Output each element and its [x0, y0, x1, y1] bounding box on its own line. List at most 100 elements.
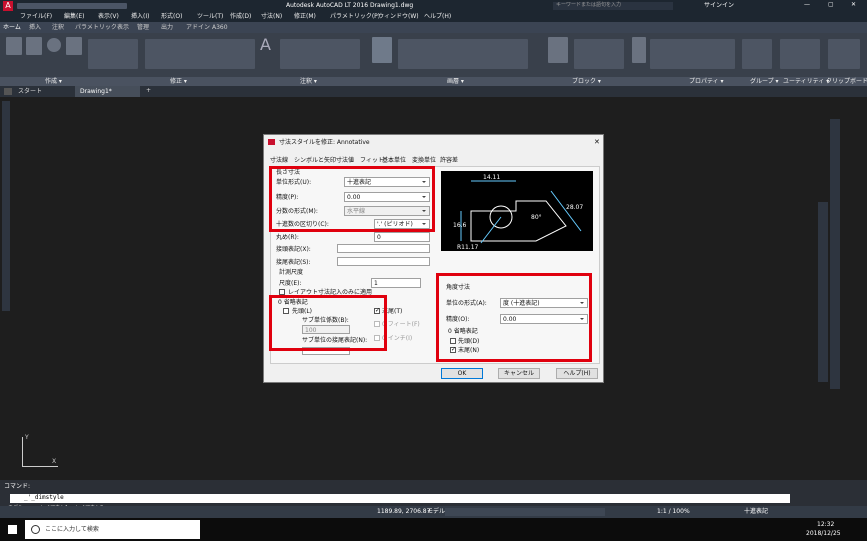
ribbon-tab[interactable]: 挿入	[29, 25, 41, 31]
round-input[interactable]: 0	[374, 232, 430, 242]
menu-item[interactable]: 形式(O)	[161, 14, 182, 20]
draw-tools-small[interactable]	[88, 39, 138, 69]
modify-tools[interactable]	[145, 39, 255, 69]
prefix-input[interactable]	[337, 244, 430, 253]
menu-item[interactable]: 表示(V)	[98, 14, 119, 20]
menu-item[interactable]: ヘルプ(H)	[424, 14, 451, 20]
search-input[interactable]: キーワードまたは語句を入力	[553, 2, 673, 10]
prefix-label: 接頭表記(X):	[276, 246, 311, 253]
suffix-label: 接尾表記(S):	[276, 259, 311, 266]
circle-tool-icon[interactable]	[47, 38, 61, 52]
menu-item[interactable]: 編集(E)	[64, 14, 84, 20]
preview-drawing: 14.11 16.6 28.07 80° R11.17	[453, 174, 583, 251]
insert-block-icon[interactable]	[548, 37, 568, 63]
help-button[interactable]: ヘルプ(H)	[556, 368, 598, 379]
dialog-tab[interactable]: 変換単位	[412, 158, 436, 164]
group-tools[interactable]	[742, 39, 772, 69]
quick-access-toolbar[interactable]	[17, 3, 127, 9]
tab-drawing1[interactable]: Drawing1*	[75, 86, 140, 97]
menu-item[interactable]: ウィンドウ(W)	[378, 14, 419, 20]
ribbon-tab[interactable]: 注釈	[52, 25, 64, 31]
dialog-close-icon[interactable]: ✕	[594, 139, 600, 146]
text-tool-icon[interactable]: A	[260, 37, 271, 53]
highlight-angular	[436, 273, 592, 362]
dialog-tab[interactable]: フィット	[360, 158, 384, 164]
ribbon-panel-label[interactable]: 作成 ▾	[45, 79, 62, 85]
command-line: コマンド: _'_dimstyle モデルレイアウト1レイアウト2	[0, 480, 867, 511]
dialog-title: 寸法スタイルを修正: Annotative	[279, 139, 370, 146]
ribbon-tab[interactable]: アドイン	[186, 25, 210, 31]
ok-button[interactable]: OK	[441, 368, 483, 379]
ribbon-tab[interactable]: ホーム	[3, 25, 21, 31]
status-toggle-icons[interactable]	[445, 508, 605, 516]
ribbon-tab[interactable]: パラメトリック	[75, 25, 117, 31]
zero-feet-label: 0 フィート(F)	[382, 321, 420, 328]
match-properties-icon[interactable]	[632, 37, 646, 63]
windows-taskbar: ここに入力して検索 12:32 2018/12/25	[0, 518, 867, 541]
left-tool-palette[interactable]	[2, 101, 10, 311]
new-tab-icon[interactable]: +	[146, 88, 151, 94]
window-title: Autodesk AutoCAD LT 2016 Drawing1.dwg	[286, 2, 414, 9]
ribbon-panel-label[interactable]: プロパティ ▾	[689, 79, 724, 85]
annotation-tools[interactable]	[280, 39, 360, 69]
menu-item[interactable]: 寸法(N)	[261, 14, 282, 20]
highlight-zero-suppression	[269, 295, 387, 351]
maximize-icon[interactable]: ▢	[828, 2, 834, 8]
block-tools[interactable]	[574, 39, 624, 69]
taskbar-search-box[interactable]: ここに入力して検索	[25, 520, 200, 539]
cancel-button[interactable]: キャンセル	[498, 368, 540, 379]
signin-link[interactable]: サインイン	[704, 3, 734, 9]
taskbar-app-icons[interactable]	[212, 523, 412, 536]
ribbon-tab[interactable]: 出力	[161, 25, 173, 31]
status-units[interactable]: 十進表記	[744, 509, 768, 515]
ribbon-tab[interactable]: 表示	[117, 25, 129, 31]
status-coords: 1189.89, 2706.87	[377, 508, 431, 515]
dialog-tab[interactable]: シンボルと矢印	[294, 158, 336, 164]
ribbon-panel-label[interactable]: グループ ▾	[750, 79, 779, 85]
right-palette-layers[interactable]	[818, 202, 828, 382]
layer-tools[interactable]	[398, 39, 528, 69]
arc-tool-icon[interactable]	[66, 37, 82, 55]
ribbon-tab[interactable]: A360	[212, 25, 228, 31]
search-circle-icon	[31, 525, 40, 534]
scale-factor-input[interactable]: 1	[371, 278, 421, 288]
dialog-tab[interactable]: 寸法値	[336, 158, 354, 164]
ribbon-panel-label[interactable]: クリップボード	[826, 79, 867, 85]
menu-tab-icon[interactable]	[4, 88, 12, 95]
ribbon-tab[interactable]: 管理	[137, 25, 149, 31]
menu-item[interactable]: ツール(T)	[197, 14, 223, 20]
suffix-input[interactable]	[337, 257, 430, 266]
layer-properties-icon[interactable]	[372, 37, 392, 63]
right-palette-properties[interactable]	[830, 119, 840, 389]
menu-item[interactable]: パラメトリック(P)	[330, 14, 380, 20]
ribbon-panel-label[interactable]: 修正 ▾	[170, 79, 187, 85]
polyline-tool-icon[interactable]	[26, 37, 42, 55]
utility-tools[interactable]	[780, 39, 820, 69]
status-bar: 1189.89, 2706.87 モデル 1:1 / 100% 十進表記	[0, 506, 867, 518]
status-model[interactable]: モデル	[427, 509, 445, 515]
line-tool-icon[interactable]	[6, 37, 22, 55]
close-icon[interactable]: ✕	[851, 2, 856, 8]
clipboard-tools[interactable]	[828, 39, 860, 69]
app-logo[interactable]: A	[3, 1, 13, 11]
dialog-app-icon	[268, 139, 275, 145]
windows-start-icon[interactable]	[8, 525, 17, 534]
menu-item[interactable]: 挿入(I)	[131, 14, 149, 20]
minimize-icon[interactable]: —	[804, 2, 810, 8]
menu-item[interactable]: ファイル(F)	[20, 14, 52, 20]
menu-item[interactable]: 修正(M)	[294, 14, 316, 20]
status-scale[interactable]: 1:1 / 100%	[657, 509, 690, 515]
dialog-tab[interactable]: 基本単位	[382, 158, 406, 164]
clock-time: 12:32	[817, 521, 835, 528]
command-input[interactable]: _'_dimstyle	[10, 494, 790, 503]
ribbon-panel-label[interactable]: ユーティリティ ▾	[783, 79, 829, 85]
ribbon-panel-label[interactable]: 注釈 ▾	[300, 79, 317, 85]
tab-start[interactable]: スタート	[18, 89, 42, 95]
round-label: 丸め(R):	[276, 234, 299, 241]
dialog-tab[interactable]: 寸法線	[270, 158, 288, 164]
dialog-tab[interactable]: 許容差	[440, 158, 458, 164]
menu-item[interactable]: 作成(D)	[230, 14, 251, 20]
properties-dropdowns[interactable]	[650, 39, 735, 69]
ribbon-panel-label[interactable]: 画層 ▾	[447, 79, 464, 85]
ribbon-panel-label[interactable]: ブロック ▾	[572, 79, 601, 85]
